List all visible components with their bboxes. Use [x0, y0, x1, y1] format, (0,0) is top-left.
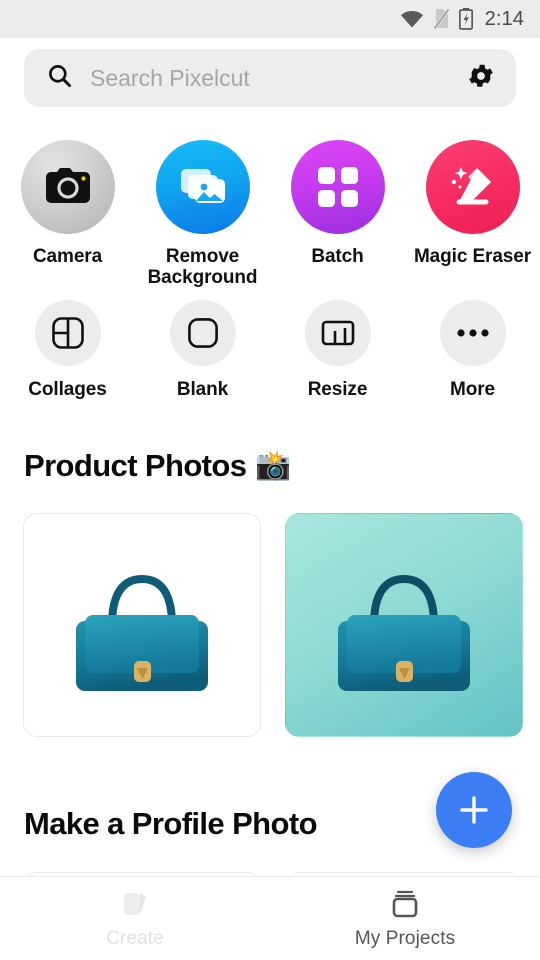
create-icon: [124, 893, 146, 915]
action-blank-label: Blank: [176, 378, 229, 400]
product-photo-card[interactable]: [23, 513, 261, 737]
section-title-profile-photo: Make a Profile Photo: [24, 806, 318, 842]
section-title-text: Make a Profile Photo: [24, 806, 318, 841]
action-camera[interactable]: Camera: [0, 140, 135, 289]
no-sim-icon: [432, 8, 450, 30]
remove-background-bubble: [155, 140, 250, 234]
search-icon: [46, 62, 73, 94]
status-bar: 2:14: [0, 0, 540, 38]
action-magic-eraser-label: Magic Eraser: [413, 246, 532, 267]
action-camera-label: Camera: [32, 246, 103, 267]
action-resize[interactable]: Resize: [270, 299, 405, 400]
collages-bubble: [34, 299, 101, 366]
action-remove-background[interactable]: Remove Background: [135, 140, 270, 289]
collage-icon: [51, 316, 84, 349]
camera-bubble: [20, 140, 115, 234]
section-title-text: Product Photos: [24, 448, 247, 483]
action-batch[interactable]: Batch: [270, 140, 405, 289]
gear-icon[interactable]: [466, 61, 496, 96]
camera-flash-emoji-icon: 📸: [255, 450, 291, 482]
wifi-icon: [400, 9, 424, 29]
status-bar-time: 2:14: [484, 7, 524, 30]
nav-item-my-projects[interactable]: My Projects: [270, 877, 540, 960]
bottom-navigation: Create My Projects: [0, 876, 540, 960]
magic-eraser-icon: [451, 167, 491, 205]
section-title-product-photos: Product Photos 📸: [24, 448, 291, 484]
action-collages[interactable]: Collages: [0, 299, 135, 400]
magic-eraser-bubble: [425, 140, 520, 234]
blank-bubble: [169, 299, 236, 366]
rounded-square-icon: [187, 317, 218, 348]
nav-item-create[interactable]: Create: [0, 877, 270, 960]
ellipsis-icon: [456, 328, 489, 337]
battery-charging-icon: [458, 8, 473, 30]
nav-item-my-projects-label: My Projects: [354, 928, 456, 949]
more-bubble: [439, 299, 506, 366]
photo-stack-icon: [180, 169, 225, 203]
projects-icon: [392, 890, 418, 918]
product-photo-card[interactable]: [285, 513, 523, 737]
search-bar[interactable]: [24, 49, 516, 107]
action-blank[interactable]: Blank: [135, 299, 270, 400]
action-batch-label: Batch: [311, 246, 364, 267]
add-button[interactable]: [436, 772, 512, 848]
search-input[interactable]: [90, 64, 466, 92]
action-more-label: More: [450, 378, 495, 400]
plus-icon: [460, 796, 488, 824]
action-resize-label: Resize: [307, 378, 368, 400]
handbag-image: [338, 574, 470, 691]
action-collages-label: Collages: [28, 378, 107, 400]
grid-squares-icon: [317, 167, 358, 207]
camera-icon: [45, 168, 90, 203]
resize-bubble: [304, 299, 371, 366]
product-photos-list: [23, 513, 523, 737]
action-grid-row-1: Camera Remove Background Batch Magic Era…: [0, 140, 540, 289]
nav-item-create-label: Create: [106, 928, 164, 949]
resize-icon: [321, 320, 354, 345]
batch-bubble: [290, 140, 385, 234]
action-more[interactable]: More: [405, 299, 540, 400]
action-grid-row-2: Collages Blank Resize More: [0, 299, 540, 400]
handbag-image: [76, 574, 208, 691]
action-remove-background-label: Remove Background: [147, 246, 258, 289]
app-root: 2:14 Search Pixelcut Camera Remove Backg…: [0, 0, 540, 960]
action-magic-eraser[interactable]: Magic Eraser: [405, 140, 540, 289]
action-grid: Camera Remove Background Batch Magic Era…: [0, 140, 540, 400]
